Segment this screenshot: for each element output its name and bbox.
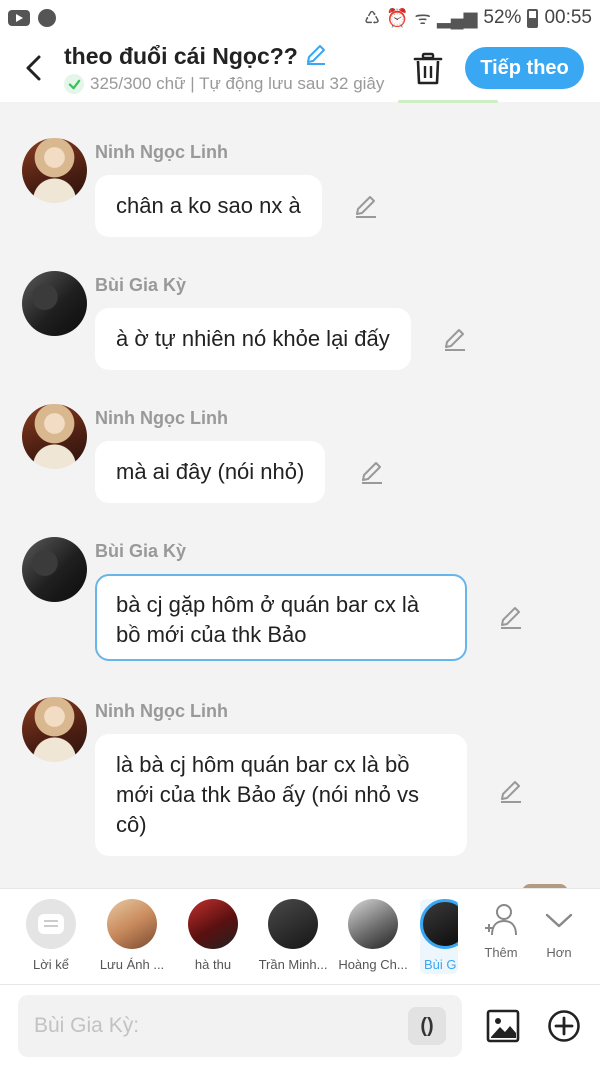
editor-header: theo đuổi cái Ngọc?? 325/300 chữ | Tự độ… [0, 36, 600, 102]
edit-pencil-icon[interactable] [441, 325, 469, 353]
sender-name: Ninh Ngọc Linh [95, 142, 228, 162]
check-icon [64, 74, 84, 94]
progress-indicator [398, 100, 498, 103]
sender-name: Bùi Gia Kỳ [95, 275, 187, 295]
add-character-button[interactable]: Thêm [478, 901, 524, 960]
avatar-bui-gia-ky[interactable] [22, 537, 87, 602]
recycle-icon: ♺ [363, 7, 381, 28]
avatar-ninh-ngoc-linh[interactable] [22, 138, 87, 203]
message-bubble[interactable]: à ờ tự nhiên nó khỏe lại đấy [95, 308, 411, 370]
signal-icon: ▂▄▆ [436, 7, 478, 28]
message-bubble[interactable]: chân a ko sao nx à [95, 175, 322, 237]
character-ha-thu[interactable]: hà thu [173, 899, 253, 972]
delete-button[interactable] [412, 52, 444, 86]
character-selector: Lời kể Lưu Ánh ... hà thu Trần Minh... H… [0, 888, 600, 984]
story-title[interactable]: theo đuổi cái Ngọc?? [64, 43, 298, 70]
battery-icon [527, 8, 539, 28]
edit-pencil-icon[interactable] [358, 458, 386, 486]
battery-percent: 52% [483, 7, 522, 28]
add-more-button[interactable] [547, 1009, 581, 1043]
next-button[interactable]: Tiếp theo [465, 47, 584, 89]
avatar [188, 899, 238, 949]
chevron-left-icon [26, 55, 41, 81]
message-bubble[interactable]: mà ai đây (nói nhỏ) [95, 441, 326, 503]
edit-pencil-icon[interactable] [497, 777, 525, 805]
message-bubble-selected[interactable]: bà cj gặp hôm ở quán bar cx là bồ mới củ… [95, 574, 467, 661]
avatar-bui-gia-ky[interactable] [22, 271, 87, 336]
sender-name: Bùi Gia Kỳ [95, 541, 187, 561]
character-tran-minh[interactable]: Trần Minh... [253, 899, 333, 972]
avatar [348, 899, 398, 949]
parentheses-button[interactable]: () [408, 1007, 446, 1045]
avatar [107, 899, 157, 949]
plus-circle-icon [548, 1010, 580, 1042]
globe-icon [38, 9, 56, 27]
sender-name: Ninh Ngọc Linh [95, 408, 228, 428]
message-input-wrapper: () [18, 995, 462, 1057]
clock: 00:55 [544, 7, 592, 28]
sender-name: Ninh Ngọc Linh [95, 701, 228, 721]
edit-pencil-icon[interactable] [352, 192, 380, 220]
character-hoang[interactable]: Hoàng Ch... [333, 899, 413, 972]
avatar-ninh-ngoc-linh[interactable] [22, 404, 87, 469]
character-narrator[interactable]: Lời kể [11, 899, 91, 972]
image-icon [486, 1009, 520, 1043]
word-count-autosave: 325/300 chữ | Tự động lưu sau 32 giây [90, 74, 385, 93]
back-button[interactable] [18, 50, 48, 86]
character-luu-anh[interactable]: Lưu Ánh ... [92, 899, 172, 972]
wifi-icon: ᯤ [414, 8, 431, 28]
trash-icon [413, 52, 443, 85]
add-person-icon [485, 904, 517, 936]
insert-image-button[interactable] [486, 1009, 520, 1043]
youtube-icon [8, 10, 30, 26]
narrator-icon [26, 899, 76, 949]
avatar [268, 899, 318, 949]
character-bui-gia-ky-selected[interactable]: Bùi G [420, 899, 458, 974]
message-bubble[interactable]: là bà cj hôm quán bar cx là bồ mới của t… [95, 734, 467, 856]
avatar-ninh-ngoc-linh[interactable] [22, 697, 87, 762]
edit-title-pencil-icon[interactable] [304, 42, 328, 71]
compose-bar: () [0, 984, 600, 1067]
edit-pencil-icon[interactable] [497, 603, 525, 631]
chevron-down-icon [545, 913, 573, 928]
alarm-icon: ⏰ [386, 7, 409, 28]
more-characters-button[interactable]: Hơn [536, 901, 582, 960]
avatar [420, 899, 458, 949]
message-input[interactable] [34, 1014, 394, 1038]
status-bar: ♺ ⏰ ᯤ ▂▄▆ 52% 00:55 [0, 0, 600, 36]
